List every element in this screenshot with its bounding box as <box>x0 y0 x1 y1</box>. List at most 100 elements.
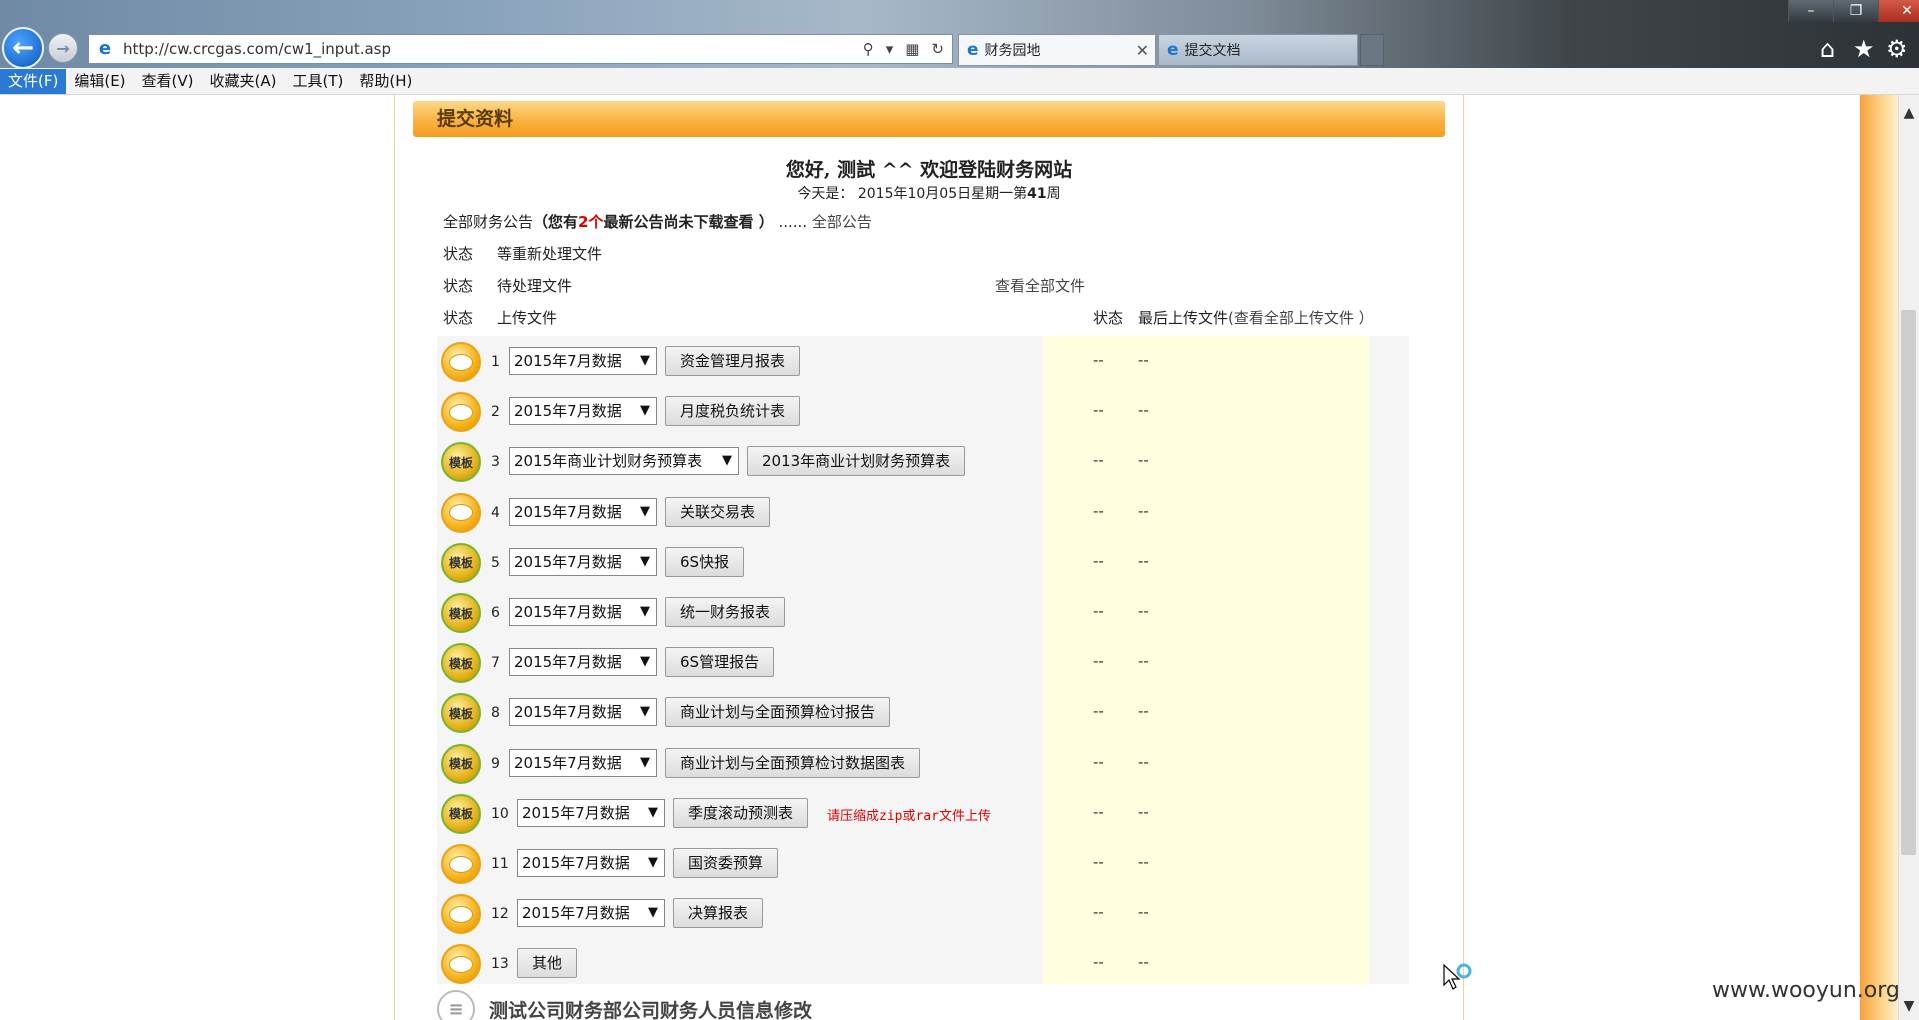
chevron-down-icon: ▼ <box>722 453 732 469</box>
home-icon[interactable]: ⌂ <box>1820 34 1835 64</box>
menu-tools[interactable]: 工具(T) <box>284 69 351 94</box>
favorites-star-icon[interactable]: ★ <box>1853 34 1875 64</box>
comment-bubble-icon[interactable] <box>441 492 481 533</box>
period-select[interactable]: 2015年商业计划财务预算表 ▼ <box>509 447 739 476</box>
row-number: 1 <box>491 354 500 370</box>
template-icon[interactable]: 模板 <box>441 593 481 633</box>
busy-cursor-icon <box>1443 963 1472 990</box>
compat-view-icon[interactable]: ▦ <box>905 40 919 58</box>
comment-bubble-icon[interactable] <box>441 392 481 433</box>
gear-icon[interactable]: ⚙ <box>1886 34 1908 64</box>
template-icon[interactable]: 模板 <box>441 643 481 684</box>
template-icon[interactable]: 模板 <box>441 542 481 583</box>
template-icon[interactable]: 模板 <box>441 743 481 784</box>
period-select[interactable]: 2015年7月数据 ▼ <box>509 547 657 576</box>
upload-file-button[interactable]: 季度滚动预测表 <box>673 797 809 828</box>
refresh-icon[interactable]: ↻ <box>931 40 944 58</box>
upload-row: 模板 9 2015年7月数据 ▼ 商业计划与全面预算检讨数据图表 -- -- <box>437 738 1409 788</box>
menu-bar: 文件(F) 编辑(E) 查看(V) 收藏夹(A) 工具(T) 帮助(H) <box>0 68 1919 95</box>
upload-row: 模板 6 2015年7月数据 ▼ 统一财务报表 -- -- <box>437 587 1409 637</box>
chevron-down-icon: ▼ <box>640 353 650 368</box>
window-controls: – ❐ ✕ <box>1788 0 1919 22</box>
chevron-down-icon: ▼ <box>640 704 650 720</box>
menu-file[interactable]: 文件(F) <box>0 68 67 94</box>
upload-file-button[interactable]: 2013年商业计划财务预算表 <box>747 446 966 477</box>
period-select-value: 2015年7月数据 <box>514 603 622 621</box>
menu-view[interactable]: 查看(V) <box>134 69 202 94</box>
menu-favorites[interactable]: 收藏夹(A) <box>202 69 285 94</box>
template-icon[interactable]: 模板 <box>441 693 481 734</box>
comment-bubble-icon[interactable] <box>441 894 481 935</box>
upload-row: 1 2015年7月数据 ▼ 资金管理月报表 -- -- <box>437 336 1409 386</box>
notice-bold-close: 最新公告尚未下载查看 ） <box>603 213 774 231</box>
notice-line: 全部财务公告（您有2个最新公告尚未下载查看 ） ...... 全部公告 <box>443 211 872 232</box>
upload-file-button[interactable]: 商业计划与全面预算检讨数据图表 <box>665 747 921 778</box>
today-date: 今天是： 2015年10月05日星期一第41周 <box>395 183 1463 203</box>
all-notices-link[interactable]: 全部公告 <box>812 213 872 231</box>
restore-icon[interactable]: ❐ <box>1833 0 1878 22</box>
row-number: 9 <box>491 755 500 772</box>
today-date-text: 2015年10月05日星期一第 <box>857 186 1028 202</box>
tab-submit-docs[interactable]: e 提交文档 <box>1158 34 1358 66</box>
forward-button[interactable]: → <box>48 33 78 63</box>
menu-edit[interactable]: 编辑(E) <box>66 69 133 94</box>
period-select[interactable]: 2015年7月数据 ▼ <box>517 899 665 928</box>
period-select-value: 2015年7月数据 <box>514 502 622 521</box>
comment-bubble-icon[interactable] <box>441 342 481 382</box>
upload-file-button[interactable]: 月度税负统计表 <box>665 396 801 427</box>
row-status: -- <box>1093 602 1104 620</box>
period-select[interactable]: 2015年7月数据 ▼ <box>509 397 657 426</box>
view-all-uploads-link[interactable]: (查看全部上传文件 ） <box>1228 309 1374 327</box>
period-select[interactable]: 2015年7月数据 ▼ <box>509 748 657 777</box>
section-header: 提交资料 <box>413 101 1445 137</box>
row-status: -- <box>1093 451 1104 470</box>
dropdown-icon[interactable]: ▾ <box>886 40 894 58</box>
upload-file-button[interactable]: 关联交易表 <box>665 496 771 527</box>
upload-row: 模板 10 2015年7月数据 ▼ 季度滚动预测表 请压缩成zip或rar文件上传 -- -- <box>437 788 1409 838</box>
upload-file-button[interactable]: 6S管理报告 <box>665 647 775 678</box>
menu-help[interactable]: 帮助(H) <box>351 69 420 94</box>
period-select[interactable]: 2015年7月数据 ▼ <box>517 849 665 877</box>
tab-close-icon[interactable]: ✕ <box>1136 41 1149 60</box>
view-all-files-link[interactable]: 查看全部文件 <box>995 275 1085 296</box>
period-select[interactable]: 2015年7月数据 ▼ <box>509 497 657 526</box>
scroll-thumb[interactable] <box>1901 310 1916 855</box>
url-text[interactable]: http://cw.crcgas.com/cw1_input.asp <box>123 40 863 58</box>
upload-row: 4 2015年7月数据 ▼ 关联交易表 -- -- <box>437 487 1409 537</box>
period-select[interactable]: 2015年7月数据 ▼ <box>509 347 657 375</box>
row-status: -- <box>1093 702 1104 721</box>
row-last-upload: -- <box>1138 903 1149 922</box>
status-label: 状态 <box>443 245 474 263</box>
ie-tab-icon: e <box>967 40 979 60</box>
upload-file-button[interactable]: 商业计划与全面预算检讨报告 <box>665 697 891 728</box>
search-icon[interactable]: ⚲ <box>863 40 874 58</box>
minimize-icon[interactable]: – <box>1788 0 1833 22</box>
vertical-scrollbar[interactable]: ▲ ▼ <box>1898 95 1919 1020</box>
period-select[interactable]: 2015年7月数据 ▼ <box>509 648 657 677</box>
upload-file-button[interactable]: 决算报表 <box>673 898 764 929</box>
new-tab-button[interactable] <box>1360 34 1384 66</box>
comment-bubble-icon[interactable] <box>441 844 481 884</box>
period-select[interactable]: 2015年7月数据 ▼ <box>517 798 665 827</box>
upload-file-button[interactable]: 6S快报 <box>665 546 745 577</box>
upload-col-status: 状态 <box>443 309 474 327</box>
tab-finance[interactable]: e 财务园地 ✕ <box>958 34 1156 66</box>
staff-info-link[interactable]: ≡ 测试公司财务部公司财务人员信息修改 <box>437 990 812 1020</box>
period-select[interactable]: 2015年7月数据 ▼ <box>509 698 657 727</box>
address-tools: ⚲ ▾ ▦ ↻ <box>863 40 944 58</box>
period-select[interactable]: 2015年7月数据 ▼ <box>509 598 657 626</box>
scroll-up-icon[interactable]: ▲ <box>1899 105 1919 121</box>
upload-file-button[interactable]: 统一财务报表 <box>665 597 786 627</box>
staff-info-link-text[interactable]: 测试公司财务部公司财务人员信息修改 <box>489 996 812 1020</box>
template-icon[interactable]: 模板 <box>441 442 481 483</box>
upload-file-button[interactable]: 资金管理月报表 <box>665 346 801 376</box>
chevron-down-icon: ▼ <box>640 654 650 670</box>
upload-file-button[interactable]: 国资委预算 <box>673 848 779 878</box>
close-icon[interactable]: ✕ <box>1878 0 1919 22</box>
address-bar[interactable]: e http://cw.crcgas.com/cw1_input.asp ⚲ ▾… <box>88 34 953 64</box>
template-icon[interactable]: 模板 <box>441 793 481 834</box>
back-button[interactable]: ← <box>2 27 44 69</box>
scroll-down-icon[interactable]: ▼ <box>1899 998 1919 1014</box>
comment-bubble-icon[interactable] <box>441 944 481 985</box>
upload-file-button[interactable]: 其他 <box>517 948 578 979</box>
